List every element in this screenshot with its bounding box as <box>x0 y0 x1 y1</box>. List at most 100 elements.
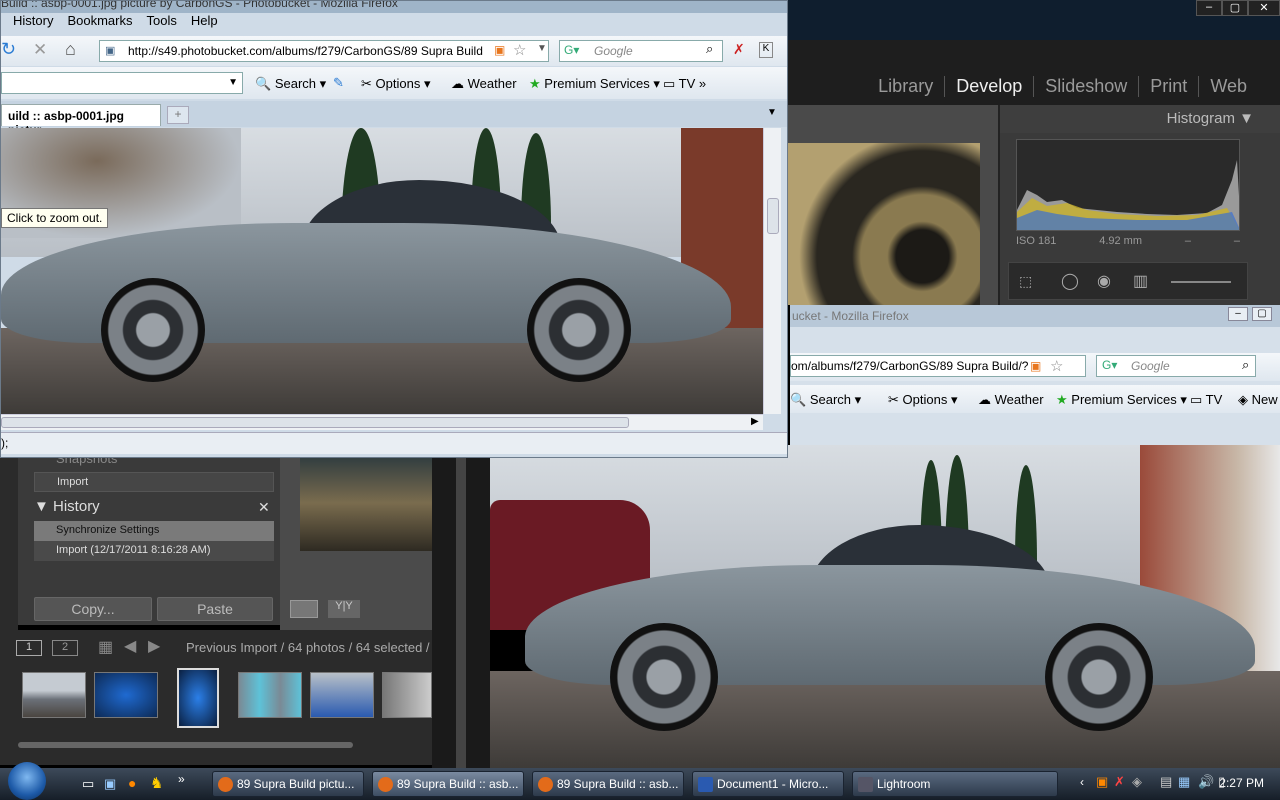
maximize-button[interactable]: ▢ <box>1252 307 1272 321</box>
tab-list-icon[interactable]: ▼ <box>767 107 777 118</box>
minimize-button[interactable]: – <box>1196 0 1222 16</box>
rss-icon[interactable]: ▣ <box>494 43 505 57</box>
graduated-filter-icon[interactable]: ▥ <box>1133 271 1148 291</box>
google-icon[interactable]: G▾ <box>564 43 579 57</box>
toolbar-premium[interactable]: ★ Premium Services ▾ <box>1056 392 1187 408</box>
loupe-view-icon[interactable] <box>290 600 318 618</box>
toolbar-new[interactable]: ◈ New <box>1238 392 1278 408</box>
task-word[interactable]: Document1 - Micro... <box>692 771 844 797</box>
toolbar-options[interactable]: ✂ Options ▾ <box>361 76 430 92</box>
toolbar-search[interactable]: 🔍 Search ▾ <box>255 76 326 92</box>
back-arrow-icon[interactable]: ◀ <box>124 636 136 656</box>
tray-icon[interactable]: ✗ <box>1114 774 1125 790</box>
toolbar-weather[interactable]: ☁ Weather <box>978 392 1044 408</box>
toolbar-options[interactable]: ✂ Options ▾ <box>888 392 957 408</box>
clear-history-icon[interactable]: ✕ <box>258 499 270 516</box>
scroll-right-icon[interactable]: ▶ <box>751 416 759 427</box>
module-print[interactable]: Print <box>1138 76 1198 97</box>
firefox-quicklaunch-icon[interactable]: ● <box>128 775 136 791</box>
search-icon[interactable]: ⌕ <box>1242 357 1249 373</box>
module-web[interactable]: Web <box>1198 76 1258 97</box>
url-field[interactable]: om/albums/f279/CarbonGS/89 Supra Build/? <box>790 355 1086 377</box>
hscroll-thumb[interactable] <box>1 417 629 428</box>
thumbnail-selected[interactable] <box>177 668 219 728</box>
stop-icon[interactable]: ✕ <box>33 40 47 60</box>
search-icon[interactable]: ⌕ <box>706 41 713 57</box>
vertical-scrollbar[interactable] <box>763 128 781 414</box>
history-item[interactable]: Import (12/17/2011 8:16:28 AM) <box>34 541 274 561</box>
combo-dropdown-icon[interactable]: ▼ <box>228 77 238 88</box>
tray-icon[interactable]: ▣ <box>1096 774 1108 790</box>
volume-icon[interactable]: 🔊 <box>1198 774 1214 790</box>
task-lightroom[interactable]: Lightroom <box>852 771 1058 797</box>
star-icon[interactable]: ☆ <box>513 41 526 59</box>
star-icon[interactable]: ☆ <box>1050 357 1063 375</box>
menu-history[interactable]: History <box>13 13 53 35</box>
menu-help[interactable]: Help <box>191 13 218 35</box>
toolbar-search-combo[interactable]: ▼ <box>1 72 243 94</box>
task-firefox-3[interactable]: 89 Supra Build :: asb... <box>532 771 684 797</box>
k-icon[interactable]: K <box>759 42 773 58</box>
new-tab-button[interactable]: + <box>167 106 189 124</box>
minimize-button[interactable]: – <box>1228 307 1248 321</box>
block-icon[interactable]: ✗ <box>733 41 745 58</box>
page-1[interactable]: 1 <box>16 640 42 656</box>
grid-icon[interactable]: ▦ <box>98 637 113 657</box>
history-header[interactable]: ▼ History <box>34 498 100 515</box>
histogram-header[interactable]: Histogram ▼ <box>1000 105 1280 133</box>
clock[interactable]: 2:27 PM <box>1219 776 1264 790</box>
switch-windows-icon[interactable]: ▣ <box>104 776 116 792</box>
safely-remove-icon[interactable]: ▤ <box>1160 774 1172 790</box>
crop-icon[interactable]: ⬚ <box>1019 273 1032 290</box>
toolbar-weather[interactable]: ☁ Weather <box>451 76 517 92</box>
horizontal-scrollbar[interactable]: ▶ <box>1 414 763 430</box>
thumbnail[interactable] <box>238 672 302 718</box>
network-icon[interactable]: ▦ <box>1178 774 1190 790</box>
task-firefox-2[interactable]: 89 Supra Build :: asb... <box>372 771 524 797</box>
rss-icon[interactable]: ▣ <box>1030 359 1041 373</box>
module-develop[interactable]: Develop <box>944 76 1033 97</box>
tab-photobucket[interactable]: uild :: asbp-0001.jpg pictur... <box>1 104 161 137</box>
car-photo-main[interactable] <box>1 128 763 414</box>
before-after-icon[interactable]: Y|Y <box>328 600 360 618</box>
toolbar-tv[interactable]: ▭ TV » <box>663 76 706 92</box>
google-icon[interactable]: G▾ <box>1102 358 1117 372</box>
redeye-icon[interactable]: ◉ <box>1097 271 1111 291</box>
task-firefox-1[interactable]: 89 Supra Build pictu... <box>212 771 364 797</box>
page-2[interactable]: 2 <box>52 640 78 656</box>
toolbar-tv[interactable]: ▭ TV <box>1190 392 1222 408</box>
paste-button[interactable]: Paste <box>157 597 273 621</box>
car-photo-secondary[interactable] <box>490 445 1280 768</box>
tray-expand-icon[interactable]: ‹ <box>1080 775 1084 789</box>
url-dropdown-icon[interactable]: ▼ <box>537 43 547 54</box>
copy-button[interactable]: Copy... <box>34 597 152 621</box>
module-library[interactable]: Library <box>867 76 944 97</box>
snapshot-item[interactable]: Import <box>34 472 274 492</box>
maximize-button[interactable]: ▢ <box>1222 0 1248 16</box>
start-button[interactable] <box>8 762 46 800</box>
reload-icon[interactable]: ↻ <box>1 39 16 60</box>
thumbnail[interactable] <box>382 672 432 718</box>
home-icon[interactable]: ⌂ <box>65 39 76 60</box>
aim-icon[interactable]: ♞ <box>150 774 163 792</box>
thumbnail[interactable] <box>22 672 86 718</box>
toolbar-search[interactable]: 🔍 Search ▾ <box>790 392 861 408</box>
close-button[interactable]: ✕ <box>1248 0 1280 16</box>
thumbnail[interactable] <box>310 672 374 718</box>
tray-icon[interactable]: ◈ <box>1132 774 1142 790</box>
highlight-icon[interactable]: ✎ <box>333 75 344 91</box>
search-field[interactable]: Google <box>1096 355 1256 377</box>
search-field[interactable]: Google <box>559 40 723 62</box>
scroll-thumb[interactable] <box>767 198 779 234</box>
thumbnail[interactable] <box>94 672 158 718</box>
module-slideshow[interactable]: Slideshow <box>1033 76 1138 97</box>
menu-bookmarks[interactable]: Bookmarks <box>67 13 132 35</box>
filmstrip-scrollbar[interactable] <box>18 742 353 748</box>
history-item[interactable]: Synchronize Settings <box>34 521 274 541</box>
menu-tools[interactable]: Tools <box>146 13 176 35</box>
forward-arrow-icon[interactable]: ▶ <box>148 636 160 656</box>
more-icon[interactable]: » <box>178 772 185 786</box>
filmstrip-source[interactable]: Previous Import / 64 photos / 64 selecte… <box>186 640 430 655</box>
toolbar-premium[interactable]: ★ Premium Services ▾ <box>529 76 660 92</box>
spot-removal-icon[interactable]: ◯ <box>1061 271 1079 291</box>
